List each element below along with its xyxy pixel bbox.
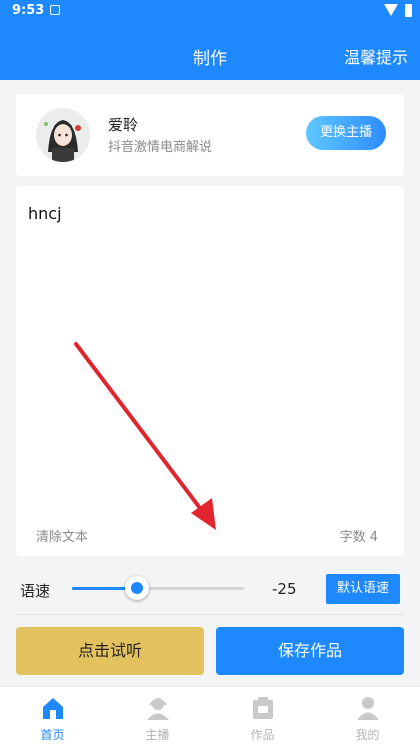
anchor-icon	[147, 698, 169, 720]
tab-label: 主播	[145, 728, 170, 742]
speed-label: 语速	[20, 582, 51, 600]
status-time: 9:53	[12, 3, 45, 18]
change-host-button[interactable]: 更换主播	[306, 116, 386, 150]
home-icon	[43, 698, 63, 719]
char-count: 字数 4	[339, 530, 378, 545]
listen-button[interactable]: 点击试听	[16, 627, 204, 675]
save-button[interactable]: 保存作品	[216, 627, 404, 675]
speed-row: 语速 -25 默认语速	[0, 566, 420, 614]
divider	[16, 614, 404, 615]
host-description: 抖音激情电商解说	[108, 140, 213, 155]
host-name: 爱聆	[108, 116, 139, 134]
nav-bar: 制作 温馨提示	[0, 22, 420, 80]
works-icon	[253, 697, 273, 719]
host-card: 爱聆 抖音激情电商解说 更换主播	[16, 94, 404, 176]
default-speed-button[interactable]: 默认语速	[326, 574, 400, 604]
tab-bar: 首页 主播 作品 我的	[0, 686, 420, 746]
tab-profile[interactable]: 我的	[315, 687, 420, 746]
tab-home[interactable]: 首页	[0, 687, 105, 746]
tips-link[interactable]: 温馨提示	[344, 44, 408, 68]
red-arrow-annotation	[74, 342, 216, 530]
tab-label: 作品	[250, 728, 275, 742]
tab-label: 首页	[40, 728, 65, 742]
speed-slider[interactable]	[72, 576, 244, 600]
status-bar: 9:53	[0, 0, 420, 22]
speed-value: -25	[272, 580, 297, 598]
wifi-icon	[384, 4, 398, 16]
battery-icon	[405, 4, 412, 17]
text-editor[interactable]: hncj 清除文本 字数 4	[16, 186, 404, 556]
notification-icon	[50, 5, 60, 15]
clear-text-button[interactable]: 清除文本	[36, 526, 88, 545]
avatar	[36, 108, 90, 162]
profile-icon	[357, 697, 379, 720]
speed-slider-thumb[interactable]	[124, 576, 149, 600]
tab-label: 我的	[355, 728, 380, 742]
tab-anchor[interactable]: 主播	[105, 687, 210, 746]
tab-works[interactable]: 作品	[210, 687, 315, 746]
